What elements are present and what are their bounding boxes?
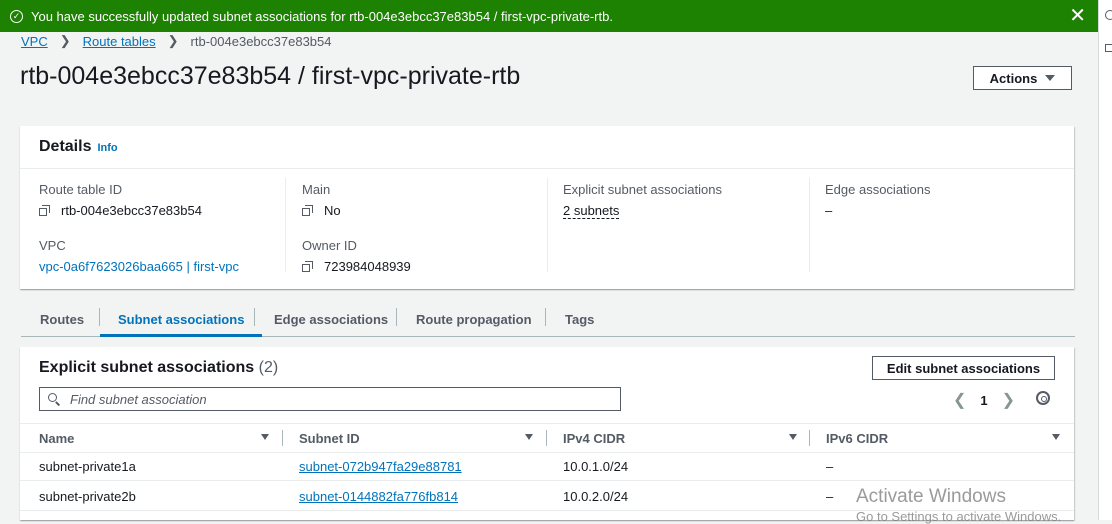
explicit-associations-popover[interactable]: 2 subnets xyxy=(563,203,620,219)
info-panel-icon[interactable] xyxy=(1105,10,1112,20)
actions-button[interactable]: Actions xyxy=(973,66,1072,90)
tab-route-propagation[interactable]: Route propagation xyxy=(416,304,532,334)
sort-caret-icon[interactable] xyxy=(789,434,797,440)
breadcrumb-route-tables[interactable]: Route tables xyxy=(83,34,156,49)
main-label: Main xyxy=(302,182,331,197)
tab-separator xyxy=(545,308,546,326)
tab-routes[interactable]: Routes xyxy=(40,304,84,334)
chevron-right-icon[interactable]: ❯ xyxy=(1002,390,1015,410)
divider xyxy=(547,178,548,272)
tab-separator xyxy=(396,308,397,326)
route-table-id-value: rtb-004e3ebcc37e83b54 xyxy=(61,203,202,218)
column-header-name[interactable]: Name xyxy=(39,431,74,446)
breadcrumb-vpc[interactable]: VPC xyxy=(21,34,48,49)
caret-down-icon xyxy=(1045,75,1056,81)
main-value: No xyxy=(324,203,341,218)
divider xyxy=(285,178,286,272)
column-resizer[interactable] xyxy=(809,430,810,446)
cell-subnet-id-link[interactable]: subnet-072b947fa29e88781 xyxy=(299,459,462,474)
divider xyxy=(20,168,1074,169)
sort-caret-icon[interactable] xyxy=(261,434,269,440)
cell-subnet-id-link[interactable]: subnet-0144882fa776fb814 xyxy=(299,489,458,504)
breadcrumb: VPC ❯ Route tables ❯ rtb-004e3ebcc37e83b… xyxy=(21,33,332,49)
edge-associations-label: Edge associations xyxy=(825,182,931,197)
owner-id-label: Owner ID xyxy=(302,238,357,253)
panel-count: (2) xyxy=(258,359,279,376)
column-header-ipv4-cidr[interactable]: IPv4 CIDR xyxy=(563,431,625,446)
pagination: ❮ 1 ❯ xyxy=(953,390,1015,410)
cell-ipv6: – xyxy=(826,459,834,474)
success-check-icon: ✓ xyxy=(10,9,23,23)
page-number[interactable]: 1 xyxy=(980,393,987,408)
right-side-panel xyxy=(1098,0,1112,520)
divider xyxy=(809,178,810,272)
panel-title: Explicit subnet associations (2) xyxy=(39,359,278,377)
column-resizer[interactable] xyxy=(282,430,283,446)
tab-edge-associations[interactable]: Edge associations xyxy=(274,304,388,334)
page-title: rtb-004e3ebcc37e83b54 / first-vpc-privat… xyxy=(20,62,521,90)
details-header: Details Info xyxy=(39,138,118,156)
tab-tags[interactable]: Tags xyxy=(565,304,594,334)
chevron-right-icon: ❯ xyxy=(59,33,71,48)
copy-icon[interactable] xyxy=(302,204,314,217)
details-col-3: Explicit subnet associations 2 subnets xyxy=(563,182,722,219)
copy-icon[interactable] xyxy=(39,204,51,217)
route-table-id-label: Route table ID xyxy=(39,182,123,197)
breadcrumb-current: rtb-004e3ebcc37e83b54 xyxy=(190,33,332,49)
sort-caret-icon[interactable] xyxy=(1052,434,1060,440)
close-icon[interactable]: ✕ xyxy=(1069,6,1086,26)
tab-subnet-associations[interactable]: Subnet associations xyxy=(100,304,263,337)
search-icon xyxy=(48,393,60,405)
sort-caret-icon[interactable] xyxy=(525,434,533,440)
column-resizer[interactable] xyxy=(546,430,547,446)
edge-associations-value: – xyxy=(825,203,833,218)
tab-separator xyxy=(254,308,255,326)
success-flash-banner: ✓ You have successfully updated subnet a… xyxy=(0,0,1112,32)
gear-icon[interactable] xyxy=(1036,391,1050,405)
column-header-ipv6-cidr[interactable]: IPv6 CIDR xyxy=(826,431,888,446)
owner-id-value: 723984048939 xyxy=(324,259,411,274)
cell-ipv4: 10.0.1.0/24 xyxy=(563,459,629,474)
details-col-1: Route table ID rtb-004e3ebcc37e83b54 VPC… xyxy=(39,182,239,274)
details-panel: Details Info Route table ID rtb-004e3ebcc… xyxy=(20,126,1074,289)
explicit-associations-label: Explicit subnet associations xyxy=(563,182,722,197)
activate-windows-subtext: Go to Settings to activate Windows. xyxy=(856,509,1062,524)
table-row: subnet-private1a subnet-072b947fa29e8878… xyxy=(20,451,1074,481)
flash-message: You have successfully updated subnet ass… xyxy=(31,8,613,24)
actions-label: Actions xyxy=(989,70,1038,86)
chevron-right-icon: ❯ xyxy=(167,33,179,48)
vpc-link[interactable]: vpc-0a6f7623026baa665 | first-vpc xyxy=(39,259,239,274)
details-title: Details xyxy=(39,138,92,155)
copy-icon[interactable] xyxy=(302,260,314,273)
details-col-2: Main No Owner ID 723984048939 xyxy=(302,182,411,274)
panel-toggle-icon[interactable] xyxy=(1105,44,1112,52)
edit-subnet-associations-button[interactable]: Edit subnet associations xyxy=(872,356,1055,380)
column-header-subnet-id[interactable]: Subnet ID xyxy=(299,431,360,446)
vpc-label: VPC xyxy=(39,238,66,253)
chevron-left-icon[interactable]: ❮ xyxy=(953,390,966,410)
activate-windows-watermark: Activate Windows xyxy=(856,486,1006,507)
cell-ipv4: 10.0.2.0/24 xyxy=(563,489,629,504)
search-input[interactable] xyxy=(68,390,612,408)
table-header: Name Subnet ID IPv4 CIDR IPv6 CIDR xyxy=(20,423,1074,453)
cell-ipv6: – xyxy=(826,489,834,504)
info-link[interactable]: Info xyxy=(97,142,117,154)
tab-list: Routes Subnet associations Edge associat… xyxy=(21,304,1075,337)
panel-title-text: Explicit subnet associations xyxy=(39,359,255,376)
details-col-4: Edge associations – xyxy=(825,182,931,218)
cell-name: subnet-private1a xyxy=(39,459,136,474)
cell-name: subnet-private2b xyxy=(39,489,136,504)
search-field[interactable] xyxy=(39,387,621,411)
